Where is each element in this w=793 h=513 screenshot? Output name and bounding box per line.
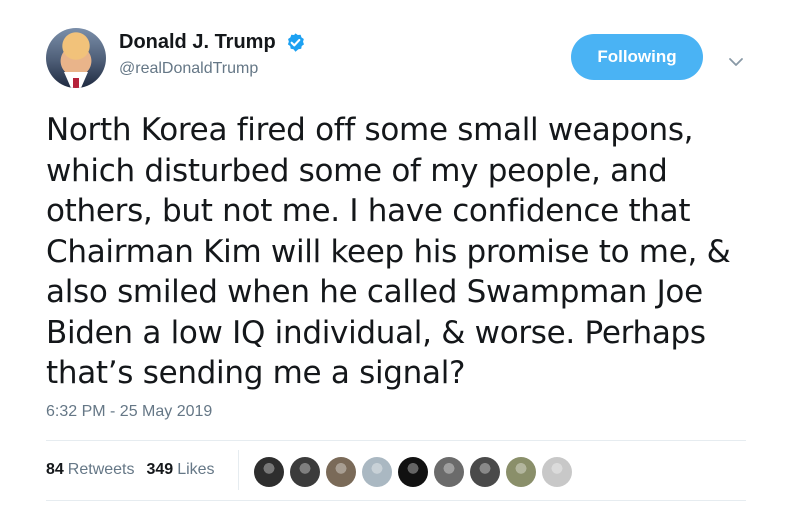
liker-avatar[interactable] <box>398 457 428 487</box>
liker-avatar[interactable] <box>326 457 356 487</box>
likes-count: 349 <box>146 461 174 478</box>
author-display-name[interactable]: Donald J. Trump <box>119 31 276 54</box>
tweet-text: North Korea fired off some small weapons… <box>46 112 731 391</box>
liker-avatar[interactable] <box>434 457 464 487</box>
retweets-label: Retweets <box>67 461 135 478</box>
author-avatar[interactable] <box>46 28 106 88</box>
likes-stat[interactable]: 349 Likes <box>147 461 215 479</box>
liker-avatar[interactable] <box>290 457 320 487</box>
liker-avatar[interactable] <box>362 457 392 487</box>
divider <box>46 500 746 501</box>
retweets-stat[interactable]: 84 Retweets <box>46 461 135 479</box>
chevron-down-icon <box>729 58 743 66</box>
likes-label: Likes <box>177 461 215 478</box>
author-handle[interactable]: @realDonaldTrump <box>119 60 306 78</box>
divider <box>46 440 746 441</box>
tweet-stats: 84 Retweets 349 Likes <box>46 461 227 479</box>
liker-avatar[interactable] <box>506 457 536 487</box>
verified-badge-icon <box>288 33 305 52</box>
liker-avatar[interactable] <box>470 457 500 487</box>
liker-avatar[interactable] <box>254 457 284 487</box>
retweets-count: 84 <box>46 461 64 478</box>
avatar-tie <box>73 78 79 88</box>
tweet-timestamp[interactable]: 6:32 PM - 25 May 2019 <box>46 403 212 421</box>
liker-avatars <box>254 457 578 487</box>
liker-avatar[interactable] <box>542 457 572 487</box>
author-info: Donald J. Trump @realDonaldTrump <box>119 31 306 78</box>
following-button[interactable]: Following <box>571 34 703 80</box>
stats-separator <box>238 450 239 490</box>
tweet-menu-button[interactable] <box>724 50 748 74</box>
